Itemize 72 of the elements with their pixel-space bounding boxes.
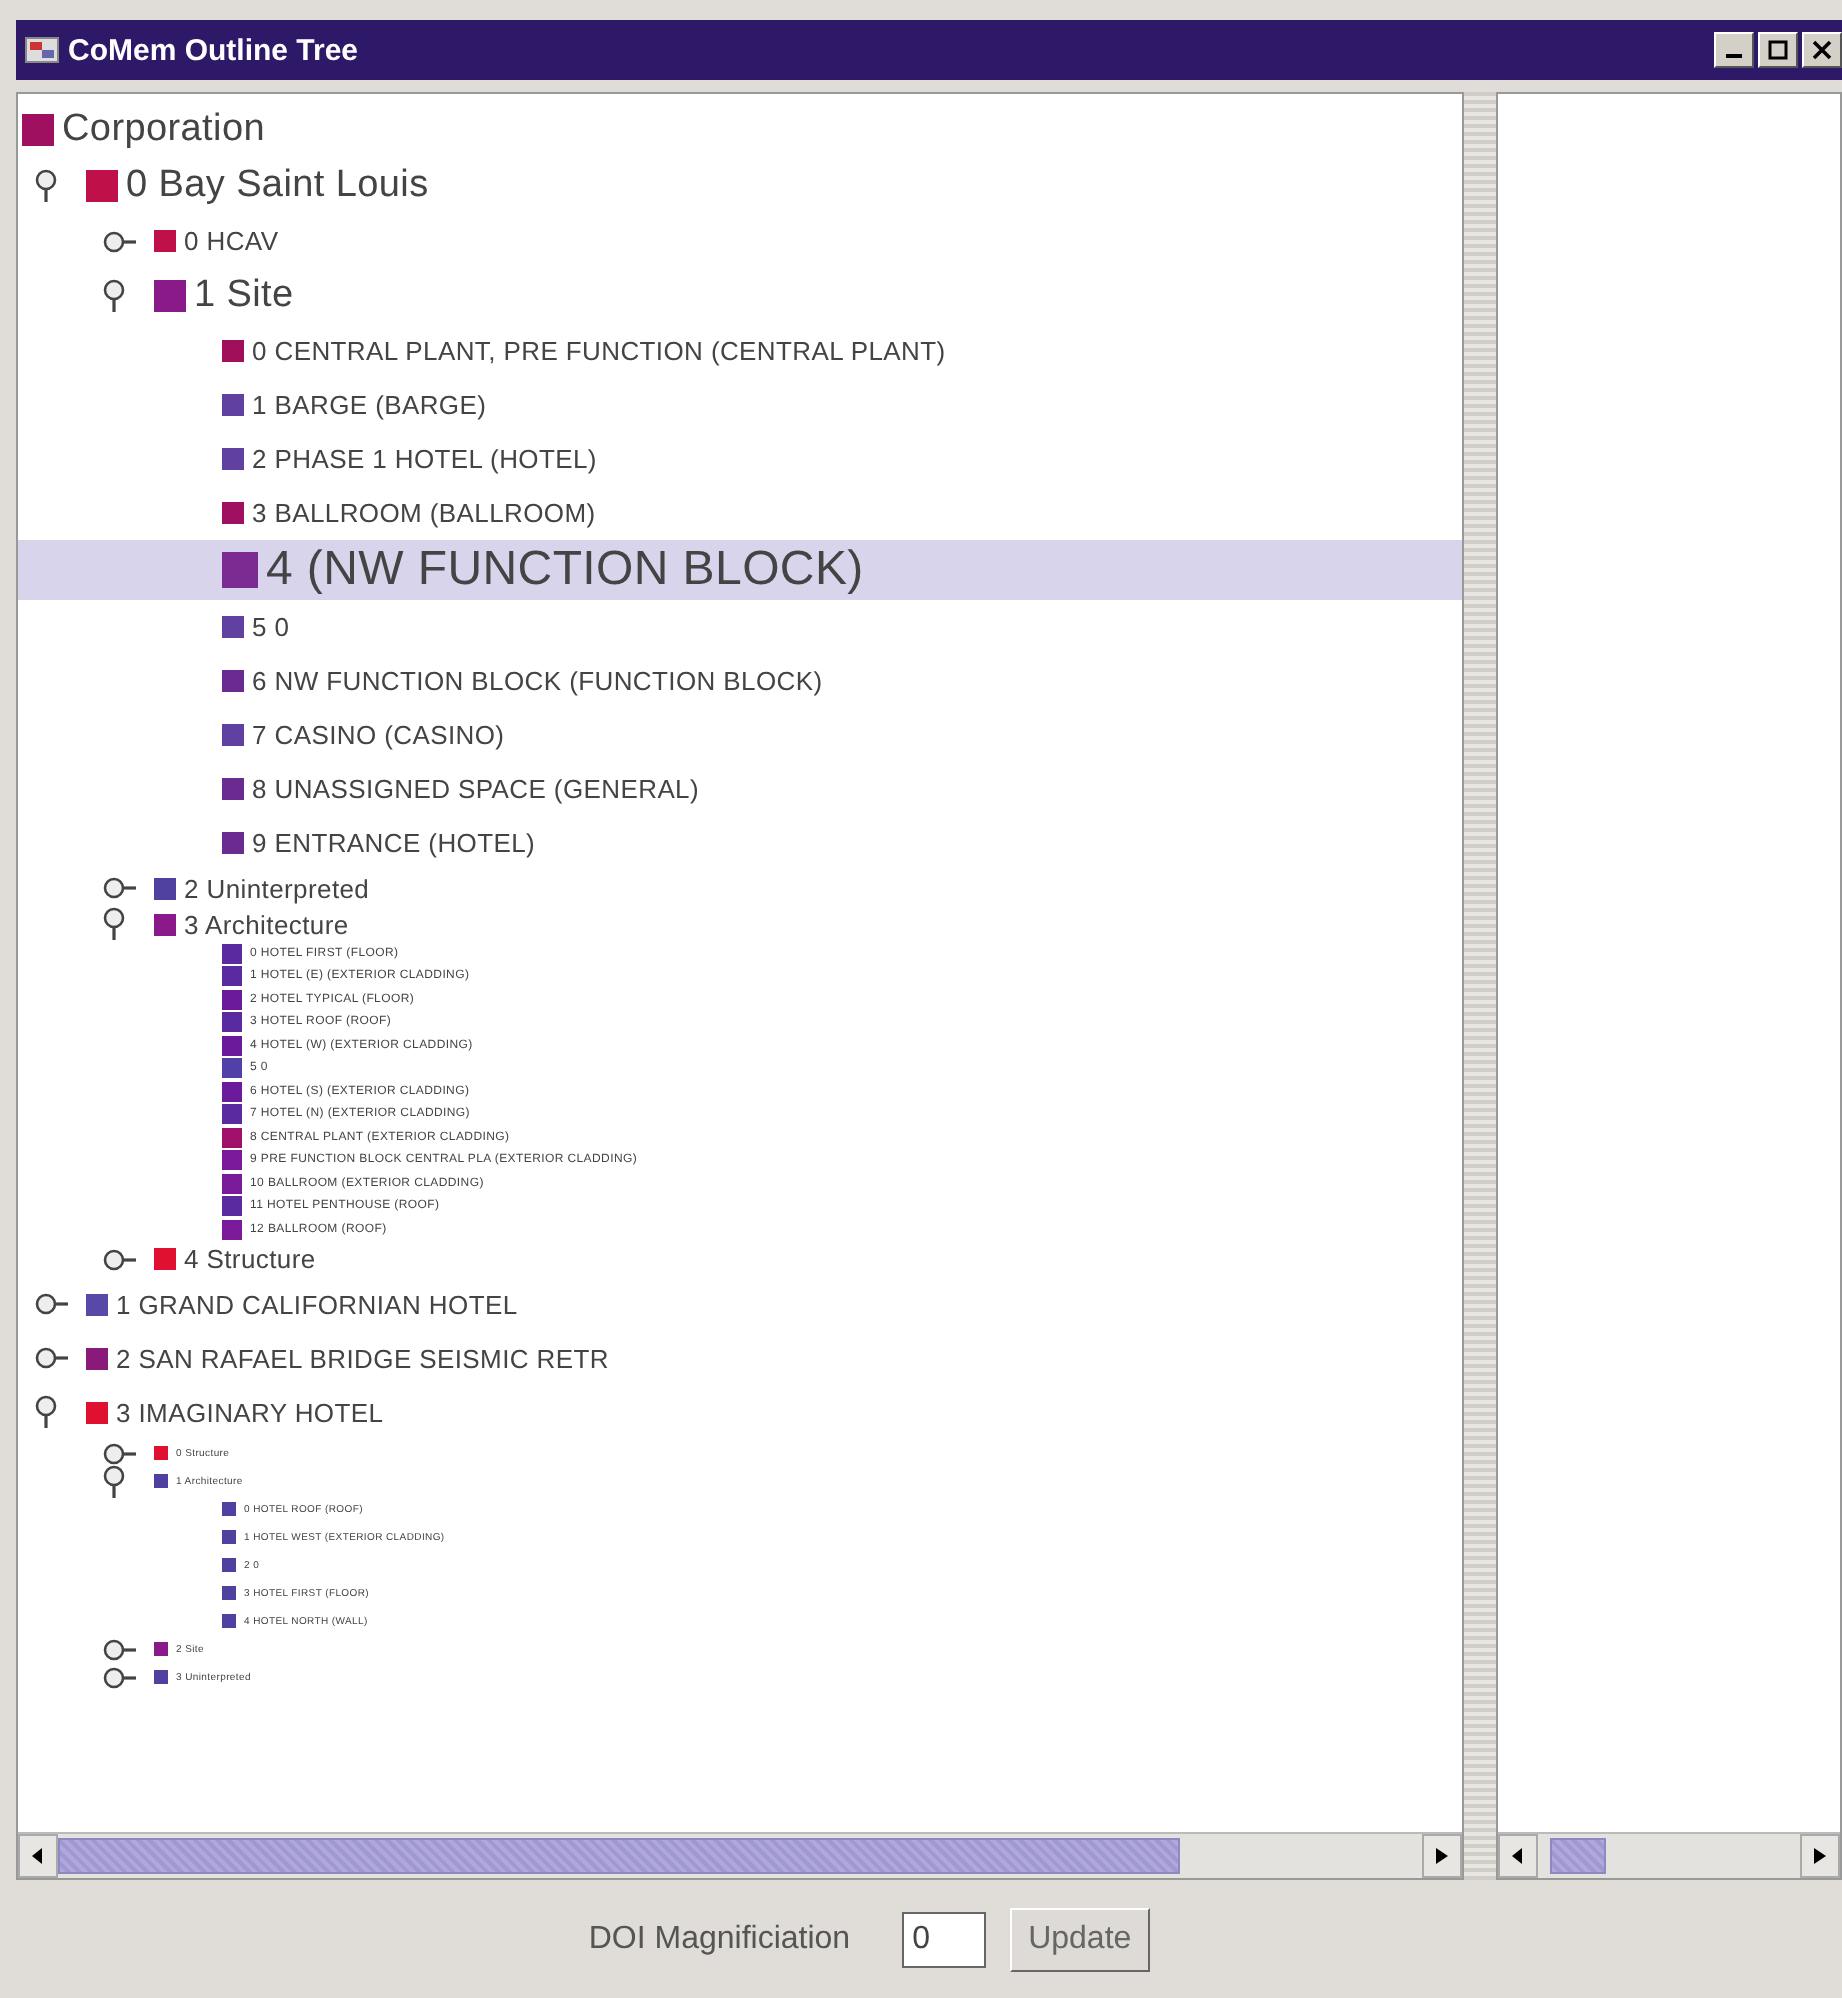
tree-row[interactable]: 2 PHASE 1 HOTEL (HOTEL) (18, 432, 1462, 486)
magnification-field[interactable]: 0 (902, 1911, 987, 1967)
tree-row[interactable]: 1 GRAND CALIFORNIAN HOTEL (18, 1277, 1462, 1331)
collapsed-handle-icon[interactable] (102, 1665, 138, 1689)
node-label: 0 HCAV (184, 226, 279, 256)
tree-row[interactable]: 4 Structure (18, 1241, 1462, 1277)
minimize-button[interactable] (1714, 32, 1754, 68)
node-label: 4 Structure (184, 1244, 316, 1274)
collapsed-handle-icon[interactable] (102, 229, 138, 253)
scroll-left-icon[interactable] (18, 1834, 58, 1878)
tree-row[interactable]: 8 UNASSIGNED SPACE (GENERAL) (18, 762, 1462, 816)
scrollbar-thumb[interactable] (58, 1838, 1181, 1874)
tree-row[interactable]: 7 CASINO (CASINO) (18, 708, 1462, 762)
update-button[interactable]: Update (1010, 1907, 1150, 1971)
scroll-right-icon[interactable] (1422, 1834, 1462, 1878)
scroll-right-icon[interactable] (1800, 1834, 1840, 1878)
tree-row[interactable]: 4 (NW FUNCTION BLOCK) (18, 540, 1462, 600)
node-label: 7 CASINO (CASINO) (252, 720, 505, 750)
close-icon (1812, 40, 1832, 60)
node-label: 3 Architecture (184, 909, 349, 939)
close-button[interactable] (1802, 32, 1842, 68)
node-label: 8 UNASSIGNED SPACE (GENERAL) (252, 774, 700, 804)
node-label: 0 CENTRAL PLANT, PRE FUNCTION (CENTRAL PLANT) (252, 336, 946, 366)
tree-row[interactable]: 2 SAN RAFAEL BRIDGE SEISMIC RETR (18, 1331, 1462, 1385)
node-label: 9 ENTRANCE (HOTEL) (252, 828, 536, 858)
app-icon (24, 34, 60, 66)
collapsed-handle-icon[interactable] (102, 876, 138, 900)
node-label: 3 BALLROOM (BALLROOM) (252, 498, 596, 528)
node-label: 3 IMAGINARY HOTEL (116, 1397, 384, 1427)
expanded-handle-icon[interactable] (34, 168, 58, 204)
maximize-icon (1768, 40, 1788, 60)
tree-row[interactable]: 6 NW FUNCTION BLOCK (FUNCTION BLOCK) (18, 654, 1462, 708)
node-label: 0 Bay Saint Louis (126, 164, 429, 208)
collapsed-handle-icon[interactable] (102, 1637, 138, 1661)
node-label: Corporation (62, 108, 265, 152)
node-label: 1 GRAND CALIFORNIAN HOTEL (116, 1289, 518, 1319)
expanded-handle-icon[interactable] (102, 278, 126, 314)
scrollbar-thumb[interactable] (1550, 1838, 1607, 1874)
collapsed-handle-icon[interactable] (102, 1441, 138, 1465)
tree-row[interactable]: 0 Bay Saint Louis (18, 158, 1462, 214)
tree-row[interactable]: 1 BARGE (BARGE) (18, 378, 1462, 432)
scroll-left-icon[interactable] (1498, 1834, 1538, 1878)
collapsed-handle-icon[interactable] (34, 1346, 70, 1370)
tree-row[interactable]: Corporation (18, 102, 1462, 158)
node-label: 4 (NW FUNCTION BLOCK) (266, 542, 864, 598)
tree-row[interactable]: 2 Uninterpreted (18, 870, 1462, 906)
node-label: 1 Site (194, 274, 294, 318)
tree-row[interactable]: 9 ENTRANCE (HOTEL) (18, 816, 1462, 870)
tree-row[interactable]: 3 IMAGINARY HOTEL (18, 1385, 1462, 1439)
tree-row[interactable]: 3 BALLROOM (BALLROOM) (18, 486, 1462, 540)
node-label: 1 BARGE (BARGE) (252, 390, 487, 420)
node-label: 2 SAN RAFAEL BRIDGE SEISMIC RETR (116, 1343, 609, 1373)
collapsed-handle-icon[interactable] (102, 1247, 138, 1271)
tree-row[interactable]: 0 CENTRAL PLANT, PRE FUNCTION (CENTRAL PLANT) (18, 324, 1462, 378)
maximize-button[interactable] (1758, 32, 1798, 68)
node-label: 5 0 (252, 612, 290, 642)
expanded-handle-icon[interactable] (34, 1394, 58, 1430)
magnification-label: DOI Magnificiation (588, 1921, 851, 1957)
horizontal-scrollbar[interactable] (1498, 1832, 1840, 1878)
tree-row[interactable]: 0 HCAV (18, 214, 1462, 268)
tree-row[interactable]: 3 Architecture (18, 906, 1462, 942)
expanded-handle-icon[interactable] (102, 906, 126, 942)
node-label: 2 Uninterpreted (184, 873, 370, 903)
collapsed-handle-icon[interactable] (34, 1292, 70, 1316)
node-label: 6 NW FUNCTION BLOCK (FUNCTION BLOCK) (252, 666, 823, 696)
expanded-handle-icon[interactable] (102, 1463, 126, 1499)
node-label: 2 PHASE 1 HOTEL (HOTEL) (252, 444, 597, 474)
tree-row[interactable]: 1 Site (18, 268, 1462, 324)
tree-row[interactable]: 5 0 (18, 600, 1462, 654)
window-title: CoMem Outline Tree (68, 33, 361, 67)
horizontal-scrollbar[interactable] (18, 1832, 1462, 1878)
minimize-icon (1726, 54, 1742, 58)
